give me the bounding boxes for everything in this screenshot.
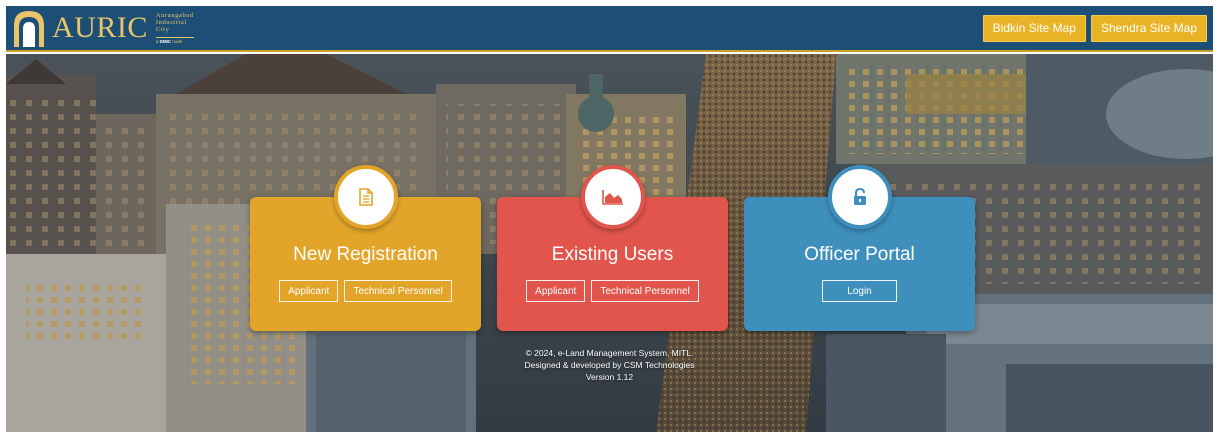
officer-portal-card: Officer Portal Login [744, 165, 975, 331]
tagline-suffix: node [172, 39, 183, 44]
brand-wordmark: AURIC [52, 11, 148, 44]
card-actions: Applicant Technical Personnel [250, 280, 481, 302]
tagline-prefix: a [155, 39, 159, 44]
new-registration-card: New Registration Applicant Technical Per… [250, 165, 481, 331]
brand-subtitle-line: City [155, 26, 170, 33]
card-title: Existing Users [551, 244, 674, 265]
document-icon [358, 188, 373, 206]
new-registration-technical-personnel-button[interactable]: Technical Personnel [344, 280, 452, 302]
top-header: AURIC Aurangabad Industrial City a DMIC … [6, 6, 1213, 52]
officer-portal-badge [827, 165, 892, 229]
existing-users-badge [580, 165, 645, 229]
unlock-icon [853, 188, 866, 205]
footer-copyright: © 2024, e-Land Management System, MITL. [525, 348, 694, 358]
card-title: Officer Portal [804, 244, 915, 265]
brand-subtitle-line: Industrial [155, 19, 187, 26]
area-chart-icon [601, 190, 623, 205]
card-title: New Registration [293, 244, 438, 265]
new-registration-badge [333, 165, 398, 229]
brand-subtitle: Aurangabad Industrial City a DMIC node [155, 12, 194, 44]
page: AURIC Aurangabad Industrial City a DMIC … [0, 0, 1219, 438]
existing-users-technical-personnel-button[interactable]: Technical Personnel [591, 280, 699, 302]
tagline-org: DMIC [159, 39, 172, 44]
shendra-site-map-button[interactable]: Shendra Site Map [1090, 14, 1207, 42]
card-actions: Login [744, 280, 975, 302]
brand-subtitle-line: Aurangabad [155, 12, 194, 19]
footer-version: Version 1.12 [585, 372, 634, 382]
brand-tagline: a DMIC node [155, 37, 194, 44]
card-actions: Applicant Technical Personnel [497, 280, 728, 302]
existing-users-card: Existing Users Applicant Technical Perso… [497, 165, 728, 331]
existing-users-applicant-button[interactable]: Applicant [526, 280, 586, 302]
footer: © 2024, e-Land Management System, MITL. … [0, 347, 1219, 383]
arch-logo-icon [12, 9, 46, 47]
bidkin-site-map-button[interactable]: Bidkin Site Map [982, 14, 1086, 42]
auric-logo[interactable]: AURIC Aurangabad Industrial City a DMIC … [12, 9, 194, 47]
officer-login-button[interactable]: Login [822, 280, 897, 302]
footer-credits: Designed & developed by CSM Technologies [524, 360, 695, 370]
new-registration-applicant-button[interactable]: Applicant [279, 280, 339, 302]
site-map-nav: Bidkin Site Map Shendra Site Map [982, 14, 1207, 42]
